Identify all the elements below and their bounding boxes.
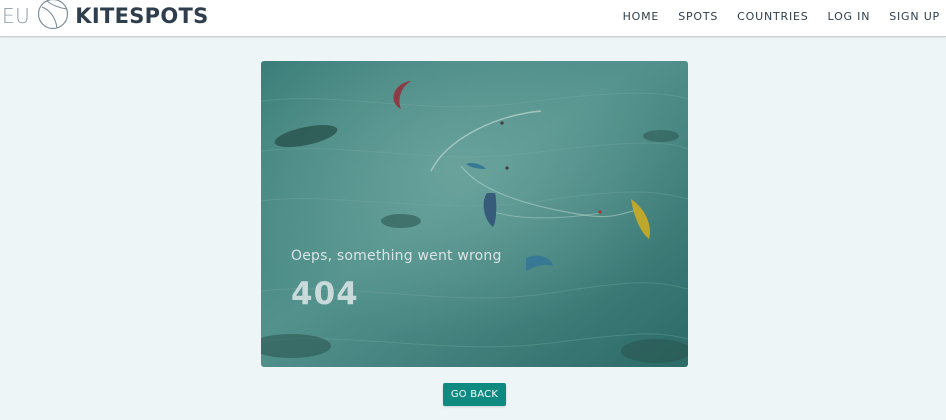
nav-sign-up[interactable]: SIGN UP	[889, 10, 940, 23]
nav-countries[interactable]: COUNTRIES	[737, 10, 808, 23]
error-code: 404	[291, 276, 359, 312]
go-back-button[interactable]: GO BACK	[443, 383, 506, 406]
kitesurf-background-image	[261, 61, 688, 367]
nav-log-in[interactable]: LOG IN	[828, 10, 871, 23]
nav-home[interactable]: HOME	[623, 10, 660, 23]
site-header: EU KITESPOTS HOME SPOTS COUNTRIES LOG IN…	[0, 0, 946, 37]
error-message: Oeps, something went wrong	[291, 248, 502, 264]
logo-prefix: EU	[2, 4, 31, 28]
logo-name: KITESPOTS	[75, 4, 209, 28]
logo[interactable]: EU KITESPOTS	[0, 0, 209, 32]
main-nav: HOME SPOTS COUNTRIES LOG IN SIGN UP	[604, 0, 946, 32]
kite-ball-icon	[38, 0, 69, 30]
nav-spots[interactable]: SPOTS	[678, 10, 718, 23]
error-hero: Oeps, something went wrong 404	[261, 61, 688, 367]
